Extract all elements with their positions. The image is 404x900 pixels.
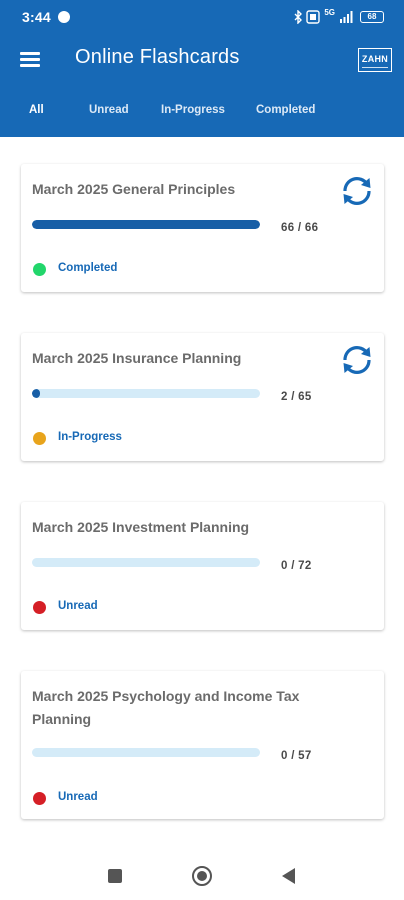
tab-completed[interactable]: Completed bbox=[256, 104, 315, 116]
progress-fill bbox=[32, 389, 40, 398]
filter-tabs: All Unread In-Progress Completed bbox=[0, 104, 404, 128]
progress-count: 66 / 66 bbox=[281, 222, 319, 234]
app-bar: Online Flashcards ZAHN All Unread In-Pro… bbox=[0, 34, 404, 137]
progress-fill bbox=[32, 220, 260, 229]
flashcard-deck-card[interactable]: March 2025 Insurance Planning 2 / 65 In-… bbox=[21, 333, 384, 461]
recent-apps-square-icon[interactable] bbox=[108, 869, 122, 883]
tab-all[interactable]: All bbox=[29, 104, 44, 116]
status-dot-icon bbox=[33, 432, 46, 445]
deck-title: March 2025 Psychology and Income Tax Pla… bbox=[32, 688, 300, 727]
status-label: Completed bbox=[58, 262, 118, 274]
page-title: Online Flashcards bbox=[75, 46, 240, 68]
battery-level: 68 bbox=[367, 12, 377, 21]
status-dot-icon bbox=[33, 263, 46, 276]
network-label: 5G bbox=[324, 8, 335, 17]
status-label: In-Progress bbox=[58, 431, 122, 443]
progress-count: 0 / 57 bbox=[281, 750, 312, 762]
sync-icon[interactable] bbox=[340, 174, 374, 208]
status-dot-icon bbox=[33, 601, 46, 614]
progress-bar bbox=[32, 558, 260, 567]
status-dot-icon bbox=[33, 792, 46, 805]
status-time: 3:44 bbox=[22, 9, 51, 25]
progress-bar bbox=[32, 748, 260, 757]
vibrate-icon bbox=[306, 10, 321, 24]
flashcard-deck-card[interactable]: March 2025 Investment Planning 0 / 72 Un… bbox=[21, 502, 384, 630]
notification-dot-icon bbox=[58, 11, 70, 23]
status-label: Unread bbox=[58, 600, 98, 612]
sync-icon[interactable] bbox=[340, 343, 374, 377]
status-bar: 3:44 5G 68 bbox=[0, 0, 404, 34]
zahn-logo-icon: ZAHN bbox=[358, 48, 392, 72]
deck-title: March 2025 Insurance Planning bbox=[32, 350, 242, 366]
system-nav-bar bbox=[0, 850, 404, 900]
hamburger-menu-icon[interactable] bbox=[18, 48, 42, 70]
signal-icon bbox=[340, 11, 353, 23]
bluetooth-icon bbox=[294, 10, 303, 24]
flashcard-deck-card[interactable]: March 2025 General Principles 66 / 66 Co… bbox=[21, 164, 384, 292]
status-label: Unread bbox=[58, 791, 98, 803]
progress-count: 2 / 65 bbox=[281, 391, 312, 403]
deck-title: March 2025 Investment Planning bbox=[32, 519, 250, 535]
deck-title: March 2025 General Principles bbox=[32, 181, 236, 197]
home-circle-icon[interactable] bbox=[192, 866, 212, 886]
progress-bar bbox=[32, 220, 260, 229]
progress-count: 0 / 72 bbox=[281, 560, 312, 572]
progress-bar bbox=[32, 389, 260, 398]
tab-in-progress[interactable]: In-Progress bbox=[161, 104, 225, 116]
battery-icon: 68 bbox=[360, 11, 384, 23]
flashcard-deck-card[interactable]: March 2025 Psychology and Income Tax Pla… bbox=[21, 671, 384, 819]
tab-unread[interactable]: Unread bbox=[89, 104, 129, 116]
back-triangle-icon[interactable] bbox=[282, 868, 295, 884]
status-icons: 5G 68 bbox=[294, 9, 384, 25]
